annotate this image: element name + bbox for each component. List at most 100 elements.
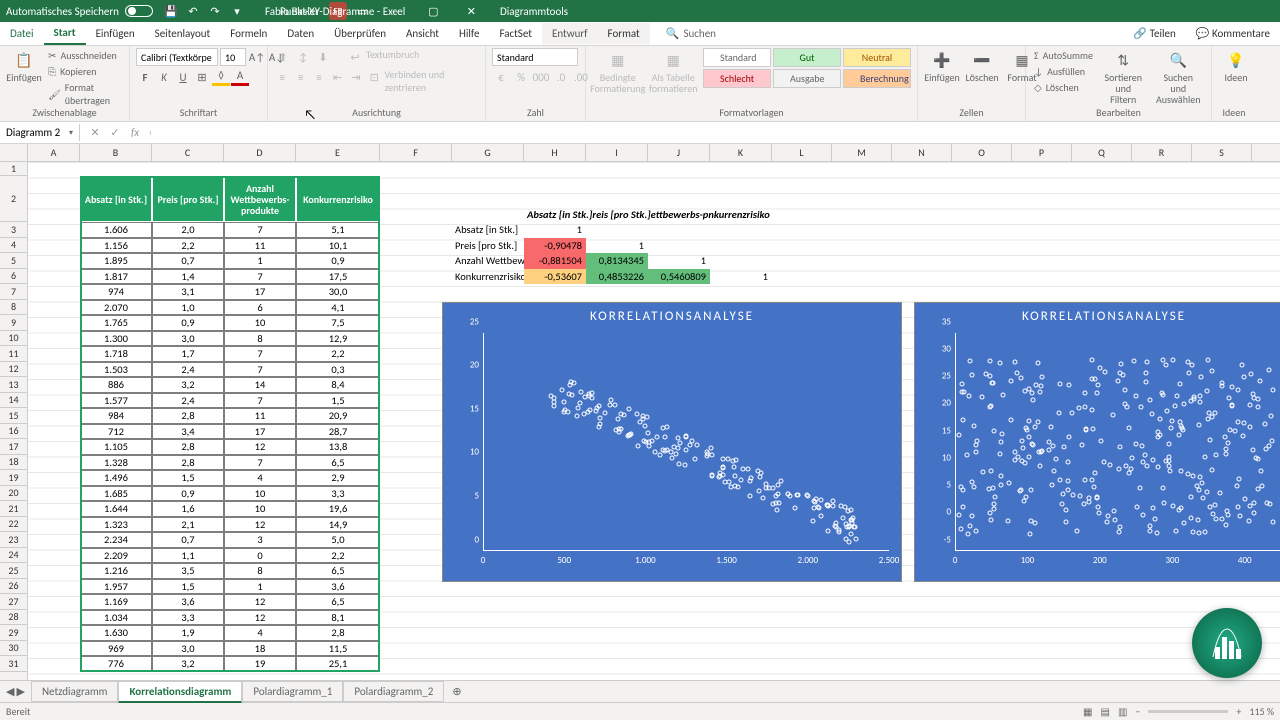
row-header-29[interactable]: 29 (0, 625, 27, 641)
table-cell[interactable]: 1,6 (152, 501, 224, 517)
table-cell[interactable]: 3 (224, 532, 296, 548)
table-cell[interactable]: 14,9 (296, 517, 380, 533)
sheet-tab-korrelation[interactable]: Korrelationsdiagramm (118, 681, 242, 703)
row-header-5[interactable]: 5 (0, 253, 27, 269)
col-header-L[interactable]: L (772, 144, 832, 161)
dec-inc-icon[interactable]: .0 (552, 68, 570, 86)
undo-icon[interactable]: ↶ (185, 3, 201, 19)
table-cell[interactable]: 1 (224, 579, 296, 595)
row-header-9[interactable]: 9 (0, 315, 27, 331)
table-cell[interactable]: 8 (224, 563, 296, 579)
table-cell[interactable]: 1.105 (80, 439, 152, 455)
table-cell[interactable]: 1 (224, 253, 296, 269)
table-cell[interactable]: 3,0 (152, 331, 224, 347)
table-cell[interactable]: 0,3 (296, 362, 380, 378)
table-cell[interactable]: 6,5 (296, 594, 380, 610)
table-cell[interactable]: 1.957 (80, 579, 152, 595)
table-cell[interactable]: 17 (224, 284, 296, 300)
search-box[interactable]: Suchen (683, 27, 716, 40)
table-cell[interactable]: 2,2 (152, 238, 224, 254)
zoom-slider[interactable] (1148, 710, 1228, 713)
table-cell[interactable]: 1.328 (80, 455, 152, 471)
cancel-formula-icon[interactable]: ✕ (86, 126, 104, 139)
row-header-21[interactable]: 21 (0, 501, 27, 517)
style-normal[interactable]: Standard (703, 48, 771, 67)
col-header-K[interactable]: K (710, 144, 772, 161)
maximize-button[interactable]: ▢ (415, 0, 451, 22)
table-cell[interactable]: 1,5 (152, 470, 224, 486)
table-cell[interactable]: 11,5 (296, 641, 380, 657)
table-cell[interactable]: 2,2 (296, 346, 380, 362)
table-cell[interactable]: 2,8 (296, 625, 380, 641)
table-header[interactable]: Anzahl Wettbewerbs-produkte (224, 176, 296, 222)
corr-value[interactable]: 0,5460809 (648, 269, 710, 285)
table-cell[interactable]: 7 (224, 269, 296, 285)
table-cell[interactable]: 1.644 (80, 501, 152, 517)
sheet-tab-polar1[interactable]: Polardiagramm_1 (242, 681, 343, 702)
table-cell[interactable]: 14 (224, 377, 296, 393)
table-cell[interactable]: 1.630 (80, 625, 152, 641)
row-header-2[interactable]: 2 (0, 176, 27, 222)
row-header-6[interactable]: 6 (0, 269, 27, 285)
corr-row-label[interactable]: Preis [pro Stk.] (452, 238, 534, 254)
table-cell[interactable]: 1.156 (80, 238, 152, 254)
table-cell[interactable]: 2,8 (152, 408, 224, 424)
table-cell[interactable]: 0,7 (152, 253, 224, 269)
row-header-24[interactable]: 24 (0, 548, 27, 564)
table-cell[interactable]: 1.765 (80, 315, 152, 331)
table-cell[interactable]: 13,8 (296, 439, 380, 455)
file-tab[interactable]: Datei (0, 23, 44, 44)
row-header-17[interactable]: 17 (0, 439, 27, 455)
table-cell[interactable]: 4 (224, 470, 296, 486)
row-header-1[interactable]: 1 (0, 162, 27, 176)
corr-value[interactable]: -0,53607 (524, 269, 586, 285)
redo-icon[interactable]: ↷ (207, 3, 223, 19)
table-cell[interactable]: 712 (80, 424, 152, 440)
row-header-8[interactable]: 8 (0, 300, 27, 316)
tab-review[interactable]: Überprüfen (324, 23, 396, 44)
row-header-14[interactable]: 14 (0, 393, 27, 409)
corr-title[interactable]: Absatz [in Stk.]reis [pro Stk.]ettbewerb… (524, 207, 864, 223)
autosum-button[interactable]: Σ AutoSumme (1032, 48, 1095, 63)
col-header-E[interactable]: E (296, 144, 380, 161)
row-header-4[interactable]: 4 (0, 238, 27, 254)
table-cell[interactable]: 1.685 (80, 486, 152, 502)
table-header[interactable]: Preis [pro Stk.] (152, 176, 224, 222)
tab-design[interactable]: Entwurf (542, 23, 598, 44)
table-cell[interactable]: 12,9 (296, 331, 380, 347)
merge-icon[interactable]: ⊡ (366, 68, 382, 86)
corr-value[interactable]: 1 (710, 269, 772, 285)
tab-pagelayout[interactable]: Seitenlayout (145, 23, 221, 44)
row-header-19[interactable]: 19 (0, 470, 27, 486)
zoom-in-button[interactable]: + (1236, 705, 1241, 718)
zoom-level[interactable]: 115 % (1249, 705, 1274, 718)
table-cell[interactable]: 3,4 (152, 424, 224, 440)
table-cell[interactable]: 3,6 (152, 594, 224, 610)
clear-button[interactable]: ◇ Löschen (1032, 80, 1095, 95)
table-cell[interactable]: 3,1 (152, 284, 224, 300)
table-cell[interactable]: 7 (224, 362, 296, 378)
table-cell[interactable]: 6 (224, 300, 296, 316)
formula-bar[interactable] (150, 131, 1280, 135)
delete-cells-button[interactable]: ➖Löschen (964, 48, 1000, 85)
table-cell[interactable]: 3,3 (296, 486, 380, 502)
tab-data[interactable]: Daten (277, 23, 324, 44)
col-header-S[interactable]: S (1192, 144, 1252, 161)
tab-formulas[interactable]: Formeln (220, 23, 277, 44)
corr-value[interactable]: 1 (586, 238, 648, 254)
ideas-button[interactable]: 💡Ideen (1218, 48, 1254, 85)
indent-dec-icon[interactable]: ⇤ (329, 68, 345, 86)
table-cell[interactable]: 6,5 (296, 455, 380, 471)
align-left-icon[interactable]: ≡ (274, 68, 290, 86)
table-cell[interactable]: 10,1 (296, 238, 380, 254)
table-cell[interactable]: 7 (224, 455, 296, 471)
table-cell[interactable]: 7 (224, 346, 296, 362)
table-cell[interactable]: 2,0 (152, 222, 224, 238)
increase-font-icon[interactable]: A↑ (248, 48, 266, 66)
table-cell[interactable]: 2,2 (296, 548, 380, 564)
chart-1[interactable]: KORRELATIONSANALYSE051015202505001.0001.… (442, 302, 902, 582)
table-cell[interactable]: 984 (80, 408, 152, 424)
fill-color-button[interactable]: ◊ (212, 68, 230, 86)
row-header-18[interactable]: 18 (0, 455, 27, 471)
align-middle-icon[interactable]: ↕ (294, 48, 312, 66)
